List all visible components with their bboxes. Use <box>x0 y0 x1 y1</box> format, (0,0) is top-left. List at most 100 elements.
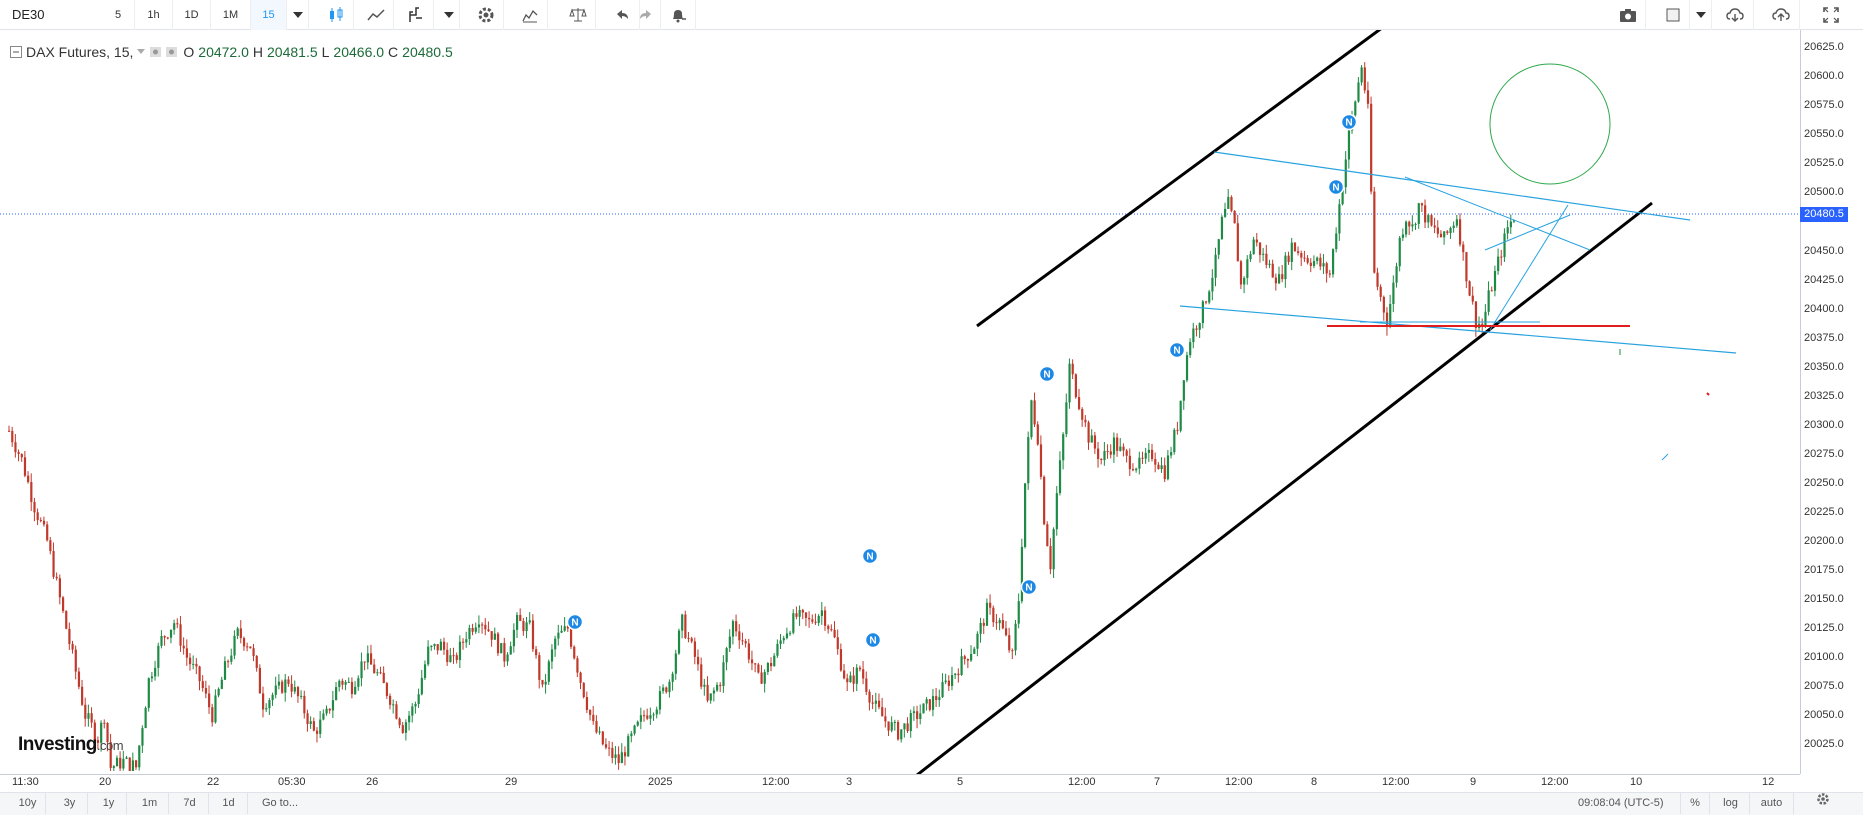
candle-body <box>474 627 477 632</box>
candle-body <box>1074 374 1077 398</box>
candle-body <box>817 615 820 623</box>
compare-icon[interactable] <box>512 0 548 30</box>
candle-body <box>795 613 798 617</box>
cloud-download-icon[interactable] <box>1716 0 1754 30</box>
news-marker-label: N <box>866 552 873 563</box>
candle-body <box>544 681 547 685</box>
alert-bell-icon[interactable] <box>660 0 696 30</box>
candle-body <box>557 632 560 639</box>
candle-body <box>1227 196 1230 209</box>
candle-body <box>1071 363 1074 375</box>
candle-body <box>601 731 604 745</box>
interval-1d-button[interactable]: 1D <box>173 0 211 30</box>
redo-icon[interactable] <box>628 0 664 30</box>
interval-15-button[interactable]: 15 <box>251 0 287 30</box>
goto-button[interactable]: Go to... <box>250 792 310 814</box>
interval-5-button[interactable]: 5 <box>102 0 135 30</box>
trendline-lower <box>1179 305 1737 354</box>
range-1m-button[interactable]: 1m <box>131 792 169 814</box>
candle-body <box>652 714 655 716</box>
scales-icon[interactable] <box>560 0 596 30</box>
tick-mark-red <box>1706 392 1710 396</box>
candle-body <box>315 730 319 734</box>
candle-body <box>1208 291 1211 303</box>
auto-toggle[interactable]: auto <box>1750 792 1794 814</box>
low-label: L <box>321 44 330 60</box>
candle-body <box>36 512 39 520</box>
candle-body <box>576 658 579 673</box>
candle-body <box>1258 242 1262 255</box>
cloud-upload-icon[interactable] <box>1762 0 1800 30</box>
interval-dropdown-icon[interactable] <box>287 0 309 30</box>
candle-body <box>954 673 957 676</box>
interval-1h-button[interactable]: 1h <box>135 0 173 30</box>
candle-body <box>239 628 242 639</box>
candle-body <box>1290 242 1293 262</box>
candle-body <box>1363 67 1366 91</box>
log-toggle[interactable]: log <box>1712 792 1750 814</box>
candle-body <box>579 672 582 683</box>
time-axis-label: 26 <box>366 776 379 788</box>
candle-body <box>1128 455 1131 470</box>
layout-square-icon[interactable] <box>1656 0 1690 30</box>
range-1d-button[interactable]: 1d <box>210 792 248 814</box>
symbol-input[interactable]: DE30 <box>6 4 102 26</box>
candle-body <box>211 707 214 723</box>
candle-body <box>814 621 817 623</box>
candle-body <box>335 687 338 701</box>
time-axis-label: 12:00 <box>1068 776 1096 788</box>
candle-body <box>1252 239 1255 255</box>
candle-body <box>11 430 14 443</box>
range-3y-button[interactable]: 3y <box>52 792 88 814</box>
indicators-dropdown-icon[interactable] <box>438 0 460 30</box>
candle-body <box>785 633 789 639</box>
range-1y-button[interactable]: 1y <box>91 792 127 814</box>
candle-body <box>798 609 801 617</box>
candle-body <box>287 679 290 684</box>
time-axis-label: 11:30 <box>12 776 39 788</box>
candles-icon[interactable] <box>318 0 354 30</box>
candle-body <box>1243 277 1246 285</box>
candle-body <box>690 638 693 642</box>
time-axis[interactable] <box>0 774 1800 791</box>
candle-body <box>173 623 176 630</box>
range-10y-button[interactable]: 10y <box>10 792 46 814</box>
candle-body <box>531 620 535 650</box>
gear-icon[interactable] <box>468 0 504 30</box>
candle-body <box>779 640 782 644</box>
candle-body <box>1271 263 1274 278</box>
candle-body <box>1357 82 1360 102</box>
candle-body <box>630 733 633 737</box>
candle-body <box>633 725 636 734</box>
interval-1m-button[interactable]: 1M <box>211 0 251 30</box>
candle-body <box>442 641 446 650</box>
collapse-icon[interactable] <box>10 46 22 58</box>
candle-body <box>1087 422 1090 443</box>
candle-body <box>728 636 731 649</box>
candle-body <box>608 747 611 749</box>
settings-gear-icon[interactable] <box>1808 792 1838 814</box>
chart-legend: DAX Futures, 15, O 20472.0 H 20481.5 L 2046… <box>10 44 453 60</box>
range-7d-button[interactable]: 7d <box>171 792 209 814</box>
candle-body <box>665 687 668 693</box>
price-axis-label: 20350.0 <box>1804 361 1844 373</box>
legend-settings-icon[interactable] <box>149 46 179 58</box>
candle-body <box>766 662 770 672</box>
camera-icon[interactable] <box>1610 0 1646 30</box>
price-chart[interactable]: N N N N N N N N <box>0 30 1800 774</box>
candle-body <box>290 683 293 692</box>
candle-body <box>84 704 87 719</box>
news-marker-label: N <box>1345 118 1352 129</box>
area-chart-icon[interactable] <box>358 0 394 30</box>
candle-body <box>1084 419 1087 423</box>
fullscreen-icon[interactable] <box>1812 0 1850 30</box>
candle-body <box>541 679 544 685</box>
candle-body <box>1312 261 1316 266</box>
indicators-icon[interactable] <box>398 0 434 30</box>
candle-body <box>982 622 985 626</box>
price-axis-label: 20375.0 <box>1804 332 1844 344</box>
percent-toggle[interactable]: % <box>1680 792 1710 814</box>
layout-dropdown-icon[interactable] <box>1690 0 1712 30</box>
candle-body <box>341 680 344 685</box>
legend-dropdown-icon[interactable] <box>137 49 146 55</box>
